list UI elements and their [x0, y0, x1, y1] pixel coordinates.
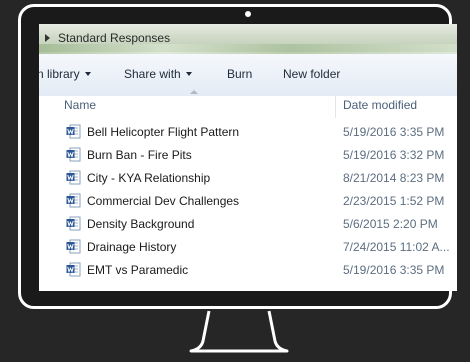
window-titlebar: Standard Responses	[39, 24, 457, 54]
file-name: Density Background	[87, 217, 195, 231]
file-row[interactable]: Commercial Dev Challenges 2/23/2015 1:52 …	[39, 191, 457, 214]
burn-button[interactable]: Burn	[227, 67, 252, 81]
breadcrumb-arrow-icon[interactable]	[45, 34, 50, 42]
file-name: Commercial Dev Challenges	[87, 194, 240, 208]
file-name: City - KYA Relationship	[87, 171, 211, 185]
command-toolbar: n library Share with Burn New folder	[39, 54, 457, 97]
file-date-modified: 7/24/2015 11:02 A...	[343, 240, 450, 254]
file-date-modified: 5/19/2016 3:35 PM	[343, 125, 445, 139]
file-name: Burn Ban - Fire Pits	[87, 148, 192, 162]
file-date-modified: 5/19/2016 3:35 PM	[343, 263, 445, 277]
file-name: EMT vs Paramedic	[87, 263, 189, 277]
monitor-screen: Standard Responses n library Share with …	[39, 24, 457, 291]
share-with-menu[interactable]: Share with	[124, 67, 192, 81]
monitor-stand	[189, 310, 289, 353]
monitor-camera-dot	[245, 11, 251, 17]
file-row[interactable]: Burn Ban - Fire Pits 5/19/2016 3:32 PM	[39, 145, 457, 168]
file-date-modified: 5/6/2015 2:20 PM	[343, 217, 438, 231]
word-doc-icon	[66, 170, 81, 185]
file-row[interactable]: Drainage History 7/24/2015 11:02 A...	[39, 237, 457, 260]
word-doc-icon	[66, 147, 81, 162]
file-date-modified: 5/19/2016 3:32 PM	[343, 148, 445, 162]
column-header-row: Name Date modified	[39, 96, 457, 118]
word-doc-icon	[66, 216, 81, 231]
file-name: Bell Helicopter Flight Pattern	[87, 125, 240, 139]
word-doc-icon	[66, 124, 81, 139]
sort-ascending-icon	[190, 90, 198, 94]
file-row[interactable]: Bell Helicopter Flight Pattern 5/19/2016 …	[39, 122, 457, 145]
word-doc-icon	[66, 193, 81, 208]
share-with-label: Share with	[124, 67, 181, 81]
file-date-modified: 8/21/2014 8:23 PM	[343, 171, 445, 185]
column-header-date-modified[interactable]: Date modified	[343, 98, 417, 112]
include-in-library-menu[interactable]: n library	[39, 67, 91, 81]
column-divider[interactable]	[335, 96, 336, 118]
column-header-name[interactable]: Name	[64, 98, 96, 112]
file-row[interactable]: City - KYA Relationship 8/21/2014 8:23 PM	[39, 168, 457, 191]
chevron-down-icon	[84, 72, 91, 76]
window-title: Standard Responses	[58, 31, 171, 45]
chevron-down-icon	[185, 72, 192, 76]
new-folder-button[interactable]: New folder	[283, 67, 340, 81]
include-in-library-label: n library	[39, 67, 80, 81]
word-doc-icon	[66, 262, 81, 277]
file-date-modified: 2/23/2015 1:52 PM	[343, 194, 445, 208]
file-row[interactable]: EMT vs Paramedic 5/19/2016 3:35 PM	[39, 260, 457, 283]
file-name: Drainage History	[87, 240, 177, 254]
file-row[interactable]: Density Background 5/6/2015 2:20 PM	[39, 214, 457, 237]
word-doc-icon	[66, 239, 81, 254]
